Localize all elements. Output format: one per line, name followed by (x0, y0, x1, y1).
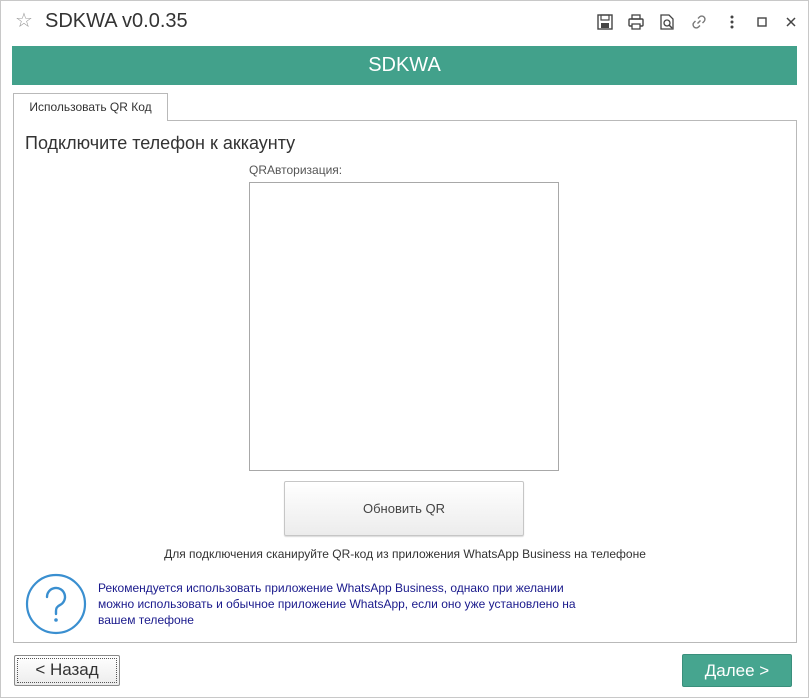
print-icon[interactable] (627, 13, 645, 31)
title-bar: ☆ SDKWA v0.0.35 (1, 1, 808, 43)
save-icon[interactable] (596, 13, 614, 31)
refresh-qr-button[interactable]: Обновить QR (284, 481, 524, 536)
next-button[interactable]: Далее > (682, 654, 792, 687)
qr-label: QRАвторизация: (249, 163, 343, 177)
preview-icon[interactable] (658, 13, 676, 31)
instruction-text: Для подключения сканируйте QR-код из при… (164, 547, 646, 561)
more-icon[interactable] (723, 13, 741, 31)
wizard-window: ☆ SDKWA v0.0.35 SDKWA Использовать QR Ко… (0, 0, 809, 698)
help-text: Рекомендуется использовать приложение Wh… (98, 581, 576, 627)
maximize-icon[interactable] (753, 13, 771, 31)
qr-code-area (249, 182, 559, 471)
close-icon[interactable] (782, 13, 800, 31)
header-band: SDKWA (12, 46, 797, 85)
page-heading: Подключите телефон к аккаунту (25, 133, 296, 153)
window-title: SDKWA v0.0.35 (45, 10, 188, 32)
star-icon[interactable]: ☆ (15, 10, 35, 30)
tab-use-qr-code[interactable]: Использовать QR Код (13, 93, 168, 121)
question-icon (25, 573, 87, 635)
tab-panel: Подключите телефон к аккаунту QRАвториза… (13, 120, 797, 643)
link-icon[interactable] (690, 13, 708, 31)
back-button[interactable]: < Назад (14, 655, 120, 686)
